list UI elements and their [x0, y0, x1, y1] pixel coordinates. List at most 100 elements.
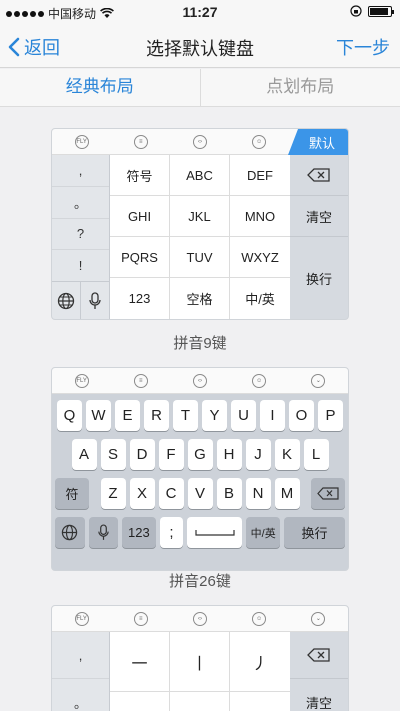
message-icon: ≡ — [133, 134, 148, 149]
nine-key-grid: 符号 ABC DEF GHI JKL MNO PQRS TUV WXYZ 123… — [110, 155, 290, 319]
enter-key: 换行 — [283, 517, 346, 548]
punct-key: ? — [52, 219, 109, 251]
key: G — [187, 439, 213, 470]
key: 123 — [110, 278, 170, 319]
language-key: 中/英 — [246, 517, 280, 548]
key: N — [245, 478, 271, 509]
key: 丨 — [170, 632, 230, 692]
emoji-icon: ☺ — [252, 611, 267, 626]
keyboard-toolbar: FLY ≡ ‹› ☺ ⌄ — [52, 606, 348, 632]
key: D — [129, 439, 155, 470]
message-icon: ≡ — [133, 611, 148, 626]
emoji-icon: ☺ — [252, 373, 267, 388]
key: GHI — [110, 196, 170, 237]
key: PQRS — [110, 237, 170, 278]
key: X — [129, 478, 155, 509]
key: Z — [100, 478, 126, 509]
keyboard-toolbar: FLY ≡ ‹› ☺ 默认 — [52, 129, 348, 155]
key: MNO — [230, 196, 290, 237]
key: I — [260, 400, 285, 431]
punct-key: ; — [159, 517, 184, 548]
key: A — [71, 439, 97, 470]
space-key — [187, 517, 243, 548]
key: K — [274, 439, 300, 470]
key: V — [187, 478, 213, 509]
message-icon: ≡ — [133, 373, 148, 388]
function-column: 清空 换行 — [290, 155, 348, 319]
chevron-down-icon: ⌄ — [311, 373, 326, 388]
key: U — [231, 400, 256, 431]
logo-icon: FLY — [74, 134, 89, 149]
default-badge: 默认 — [288, 129, 348, 155]
punctuation-column: , 。 ? ! — [52, 155, 110, 319]
punct-key: 。 — [52, 187, 109, 219]
backspace-icon — [290, 155, 348, 196]
qwerty-keys: Q W E R T Y U I O P A S D F G H J K L 符 … — [52, 394, 348, 570]
function-column: 清空 — [290, 632, 348, 711]
microphone-icon — [88, 517, 119, 548]
emoji-icon: ☺ — [252, 134, 267, 149]
cursor-move-icon: ‹› — [193, 611, 207, 626]
clear-key: 清空 — [290, 196, 348, 237]
key: J — [245, 439, 271, 470]
punct-key: ! — [78, 258, 83, 274]
key: WXYZ — [230, 237, 290, 278]
globe-icon — [55, 517, 85, 548]
key: P — [318, 400, 343, 431]
status-right — [350, 5, 394, 17]
globe-icon — [52, 282, 80, 319]
key: S — [100, 439, 126, 470]
key: DEF — [230, 155, 290, 196]
key: 中/英 — [245, 292, 275, 307]
number-key: 123 — [122, 517, 156, 548]
keyboard-preview-stroke[interactable]: FLY ≡ ‹› ☺ ⌄ , 。 一 丨 丿 清空 — [51, 605, 349, 711]
tab-stroke-layout[interactable]: 点划布局 — [199, 69, 400, 106]
logo-icon: FLY — [74, 611, 89, 626]
key: W — [86, 400, 111, 431]
key: Q — [57, 400, 82, 431]
punct-key: 。 — [52, 679, 109, 711]
keyboard-toolbar: FLY ≡ ‹› ☺ ⌄ — [52, 368, 348, 394]
key: JKL — [170, 196, 230, 237]
key: C — [158, 478, 184, 509]
clear-key: 清空 — [305, 696, 332, 711]
key: TUV — [170, 237, 230, 278]
caption-qwerty: 拼音26键 — [169, 573, 231, 590]
keyboard-preview-nine-key[interactable]: FLY ≡ ‹› ☺ 默认 , 。 ? ! 符号 ABC DEF GHI JKL… — [51, 128, 349, 320]
keyboard-preview-qwerty[interactable]: FLY ≡ ‹› ☺ ⌄ Q W E R T Y U I O P A S D F… — [51, 367, 349, 571]
punctuation-column: , 。 — [52, 632, 110, 711]
battery-icon — [368, 5, 394, 17]
cursor-move-icon: ‹› — [193, 134, 207, 149]
key: Y — [202, 400, 227, 431]
enter-key: 换行 — [305, 271, 332, 287]
key: M — [274, 478, 300, 509]
key: B — [216, 478, 242, 509]
key: O — [289, 400, 314, 431]
punct-key: , — [52, 155, 109, 187]
key: 符号 — [110, 155, 170, 196]
key: F — [158, 439, 184, 470]
microphone-icon — [80, 282, 109, 319]
symbol-key: 符 — [55, 478, 89, 509]
logo-icon: FLY — [74, 373, 89, 388]
rotation-lock-icon — [350, 5, 362, 17]
status-bar: 中国移动 11:27 — [0, 0, 400, 24]
next-button[interactable]: 下一步 — [336, 34, 390, 60]
key: 空格 — [170, 278, 230, 319]
nav-bar: 返回 选择默认键盘 下一步 — [0, 24, 400, 68]
key: T — [173, 400, 198, 431]
backspace-icon — [311, 478, 345, 509]
key: L — [303, 439, 329, 470]
key: H — [216, 439, 242, 470]
punct-key: , — [52, 632, 109, 679]
stroke-key-grid: 一 丨 丿 — [110, 632, 290, 711]
layout-tabs: 经典布局 点划布局 — [0, 69, 400, 107]
key: ABC — [170, 155, 230, 196]
key: 一 — [110, 632, 170, 692]
caption-nine-key: 拼音9键 — [173, 335, 227, 352]
key: R — [144, 400, 169, 431]
chevron-down-icon: ⌄ — [311, 611, 326, 626]
key: 丿 — [230, 632, 290, 692]
tab-classic-layout[interactable]: 经典布局 — [0, 69, 200, 106]
cursor-move-icon: ‹› — [193, 373, 207, 388]
